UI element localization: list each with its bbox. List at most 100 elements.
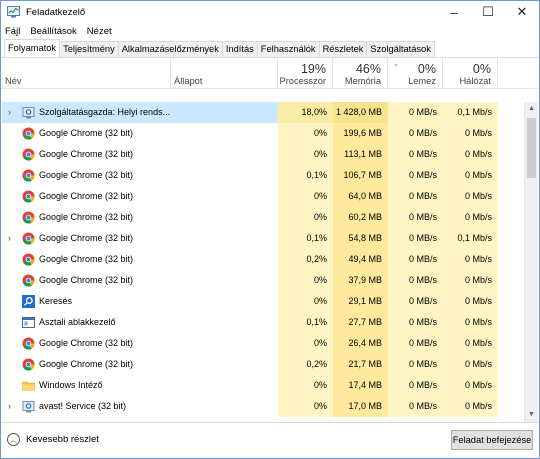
tab-processes[interactable]: Folyamatok: [4, 39, 61, 57]
process-name-cell: Google Chrome (32 bit): [2, 333, 171, 354]
process-name-cell: Windows Intéző: [2, 375, 171, 396]
process-network: 0 Mb/s: [443, 291, 498, 312]
process-name-cell: Google Chrome (32 bit): [2, 165, 171, 186]
tab-app-history[interactable]: Alkalmazáselőzmények: [117, 41, 223, 57]
explorer-icon: [22, 379, 35, 392]
process-row[interactable]: › Szolgáltatásgazda: Helyi rends... 18,0% 1…: [2, 102, 525, 123]
end-task-button[interactable]: Feladat befejezése: [451, 430, 533, 450]
chrome-icon: [22, 337, 35, 350]
process-status: [171, 291, 278, 312]
disk-total: 0%: [417, 62, 436, 76]
process-cpu: 0,2%: [278, 354, 333, 375]
menu-view[interactable]: Nézet: [87, 26, 112, 37]
process-memory: 113,1 MB: [333, 144, 388, 165]
maximize-button[interactable]: ☐: [471, 1, 505, 23]
process-name-cell: Keresés: [2, 291, 171, 312]
tab-services[interactable]: Szolgáltatások: [366, 41, 435, 57]
process-name: Windows Intéző: [39, 380, 103, 390]
process-cpu: 18,0%: [278, 102, 333, 123]
process-disk: 0 MB/s: [388, 207, 443, 228]
process-row[interactable]: Google Chrome (32 bit) 0,2% 49,4 MB 0 MB/s 0…: [2, 249, 525, 270]
column-cpu-label: Processzor: [279, 76, 327, 86]
process-network: 0 Mb/s: [443, 333, 498, 354]
scroll-thumb[interactable]: [527, 118, 536, 178]
tab-details[interactable]: Részletek: [318, 41, 368, 57]
process-status: [171, 354, 278, 375]
process-row[interactable]: Google Chrome (32 bit) 0,2% 21,7 MB 0 MB/s 0…: [2, 354, 525, 375]
process-network: 0 Mb/s: [443, 144, 498, 165]
chrome-icon: [22, 253, 35, 266]
column-status-label: Állapot: [174, 76, 203, 86]
column-memory[interactable]: ⌄ 46% Memória: [332, 58, 399, 89]
expand-chevron-icon[interactable]: ›: [8, 396, 11, 417]
process-row[interactable]: Google Chrome (32 bit) 0% 60,2 MB 0 MB/s 0 M…: [2, 207, 525, 228]
process-network: 0,1 Mb/s: [443, 102, 498, 123]
process-name: Keresés: [39, 296, 73, 306]
column-cpu[interactable]: 19% Processzor: [277, 58, 332, 89]
tab-strip: Folyamatok Teljesítmény Alkalmazáselőzmé…: [1, 39, 539, 58]
menu-file[interactable]: Fájl: [5, 26, 20, 37]
close-button[interactable]: ✕: [505, 1, 539, 23]
expand-chevron-icon[interactable]: ›: [8, 228, 11, 249]
scroll-up-icon[interactable]: ▲: [525, 102, 538, 116]
process-cpu: 0%: [278, 375, 333, 396]
column-name[interactable]: Név: [1, 58, 170, 89]
column-divider[interactable]: [497, 58, 498, 89]
process-status: [171, 396, 278, 417]
process-disk: 0 MB/s: [388, 270, 443, 291]
process-row[interactable]: Windows Intéző 0% 17,4 MB 0 MB/s 0 Mb/s: [2, 375, 525, 396]
process-status: [171, 102, 278, 123]
process-memory: 49,4 MB: [333, 249, 388, 270]
process-memory: 27,7 MB: [333, 312, 388, 333]
tab-startup[interactable]: Indítás: [221, 41, 258, 57]
process-row[interactable]: Keresés 0% 29,1 MB 0 MB/s 0 Mb/s: [2, 291, 525, 312]
column-status[interactable]: Állapot: [170, 58, 277, 89]
process-row[interactable]: Google Chrome (32 bit) 0% 37,9 MB 0 MB/s 0 M…: [2, 270, 525, 291]
process-disk: 0 MB/s: [388, 312, 443, 333]
process-row[interactable]: Google Chrome (32 bit) 0,1% 106,7 MB 0 MB/s…: [2, 165, 525, 186]
scroll-down-icon[interactable]: ▼: [525, 408, 538, 422]
process-row[interactable]: › Google Chrome (32 bit) 0,1% 54,8 MB 0 MB/s…: [2, 228, 525, 249]
minimize-button[interactable]: –: [437, 1, 471, 23]
vertical-scrollbar[interactable]: ▲ ▼: [524, 102, 538, 422]
process-row[interactable]: Asztali ablakkezelő 0,1% 27,7 MB 0 MB/s 0 Mb…: [2, 312, 525, 333]
chrome-icon: [22, 358, 35, 371]
process-disk: 0 MB/s: [388, 375, 443, 396]
process-name: Asztali ablakkezelő: [39, 317, 116, 327]
process-disk: 0 MB/s: [388, 333, 443, 354]
menu-settings[interactable]: Beállítások: [30, 26, 76, 37]
process-name-cell: › Szolgáltatásgazda: Helyi rends...: [2, 102, 171, 123]
process-row[interactable]: › avast! Service (32 bit) 0% 17,0 MB 0 MB/s 0…: [2, 396, 525, 417]
process-name: Google Chrome (32 bit): [39, 254, 134, 264]
process-name: avast! Service (32 bit): [39, 401, 127, 411]
process-network: 0 Mb/s: [443, 354, 498, 375]
process-status: [171, 312, 278, 333]
process-row[interactable]: Google Chrome (32 bit) 0% 199,6 MB 0 MB/s 0 …: [2, 123, 525, 144]
process-row[interactable]: Google Chrome (32 bit) 0% 64,0 MB 0 MB/s 0 M…: [2, 186, 525, 207]
menu-bar: Fájl Beállítások Nézet: [1, 23, 539, 40]
process-memory: 199,6 MB: [333, 123, 388, 144]
process-network: 0 Mb/s: [443, 375, 498, 396]
process-name: Google Chrome (32 bit): [39, 191, 134, 201]
title-bar: Feladatkezelő – ☐ ✕: [1, 1, 539, 23]
column-disk[interactable]: 0% Lemez: [387, 58, 442, 89]
process-status: [171, 186, 278, 207]
process-memory: 64,0 MB: [333, 186, 388, 207]
expand-chevron-icon[interactable]: ›: [8, 102, 11, 123]
process-row[interactable]: Google Chrome (32 bit) 0% 113,1 MB 0 MB/s 0 …: [2, 144, 525, 165]
process-name: Google Chrome (32 bit): [39, 338, 134, 348]
process-cpu: 0%: [278, 123, 333, 144]
fewer-details-button[interactable]: ︿ Kevesebb részlet: [7, 433, 99, 446]
process-cpu: 0%: [278, 396, 333, 417]
column-network[interactable]: 0% Hálózat: [442, 58, 497, 89]
process-disk: 0 MB/s: [388, 396, 443, 417]
tab-performance[interactable]: Teljesítmény: [59, 41, 119, 57]
process-name-cell: Google Chrome (32 bit): [2, 249, 171, 270]
fewer-details-label: Kevesebb részlet: [26, 434, 99, 445]
process-network: 0 Mb/s: [443, 249, 498, 270]
task-manager-icon: [7, 6, 20, 18]
process-row[interactable]: Google Chrome (32 bit) 0% 26,4 MB 0 MB/s 0 M…: [2, 333, 525, 354]
window-title: Feladatkezelő: [26, 6, 86, 18]
tab-users[interactable]: Felhasználók: [256, 41, 320, 57]
window-manager-icon: [22, 316, 35, 329]
